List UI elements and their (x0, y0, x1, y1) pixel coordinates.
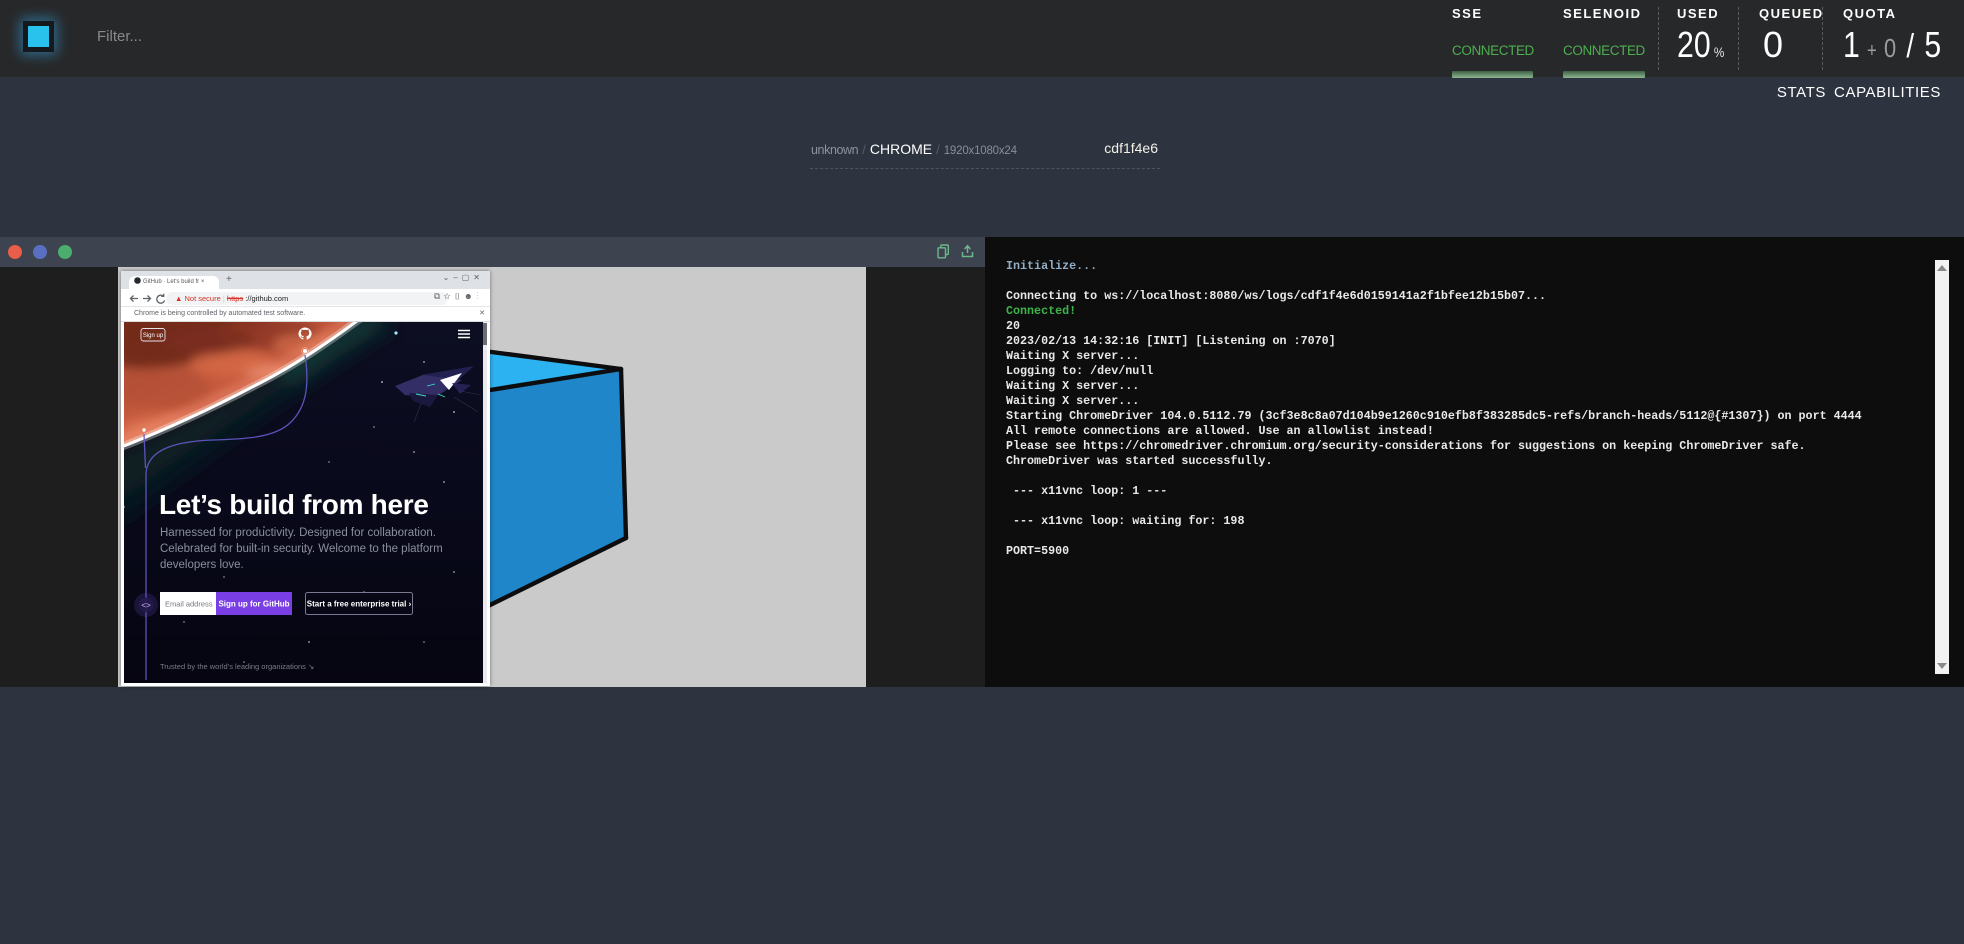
svg-text:developers love.: developers love. (160, 559, 244, 571)
svg-text:Sign up for GitHub: Sign up for GitHub (218, 600, 289, 609)
svg-text:Sign up: Sign up (143, 333, 164, 339)
svg-text:Email address: Email address (165, 600, 213, 609)
svg-text:Let’s build from here: Let’s build from here (159, 489, 429, 520)
svg-text:˂˃: ˂˃ (141, 601, 151, 610)
svg-text:Harnessed for productivity. De: Harnessed for productivity. Designed for… (160, 527, 436, 539)
svg-text:Trusted by the world’s leading: Trusted by the world’s leading organizat… (160, 662, 314, 671)
svg-text:Start a free enterprise trial: Start a free enterprise trial › (307, 600, 412, 609)
svg-text:Celebrated for built-in securi: Celebrated for built-in security. Welcom… (160, 543, 443, 555)
